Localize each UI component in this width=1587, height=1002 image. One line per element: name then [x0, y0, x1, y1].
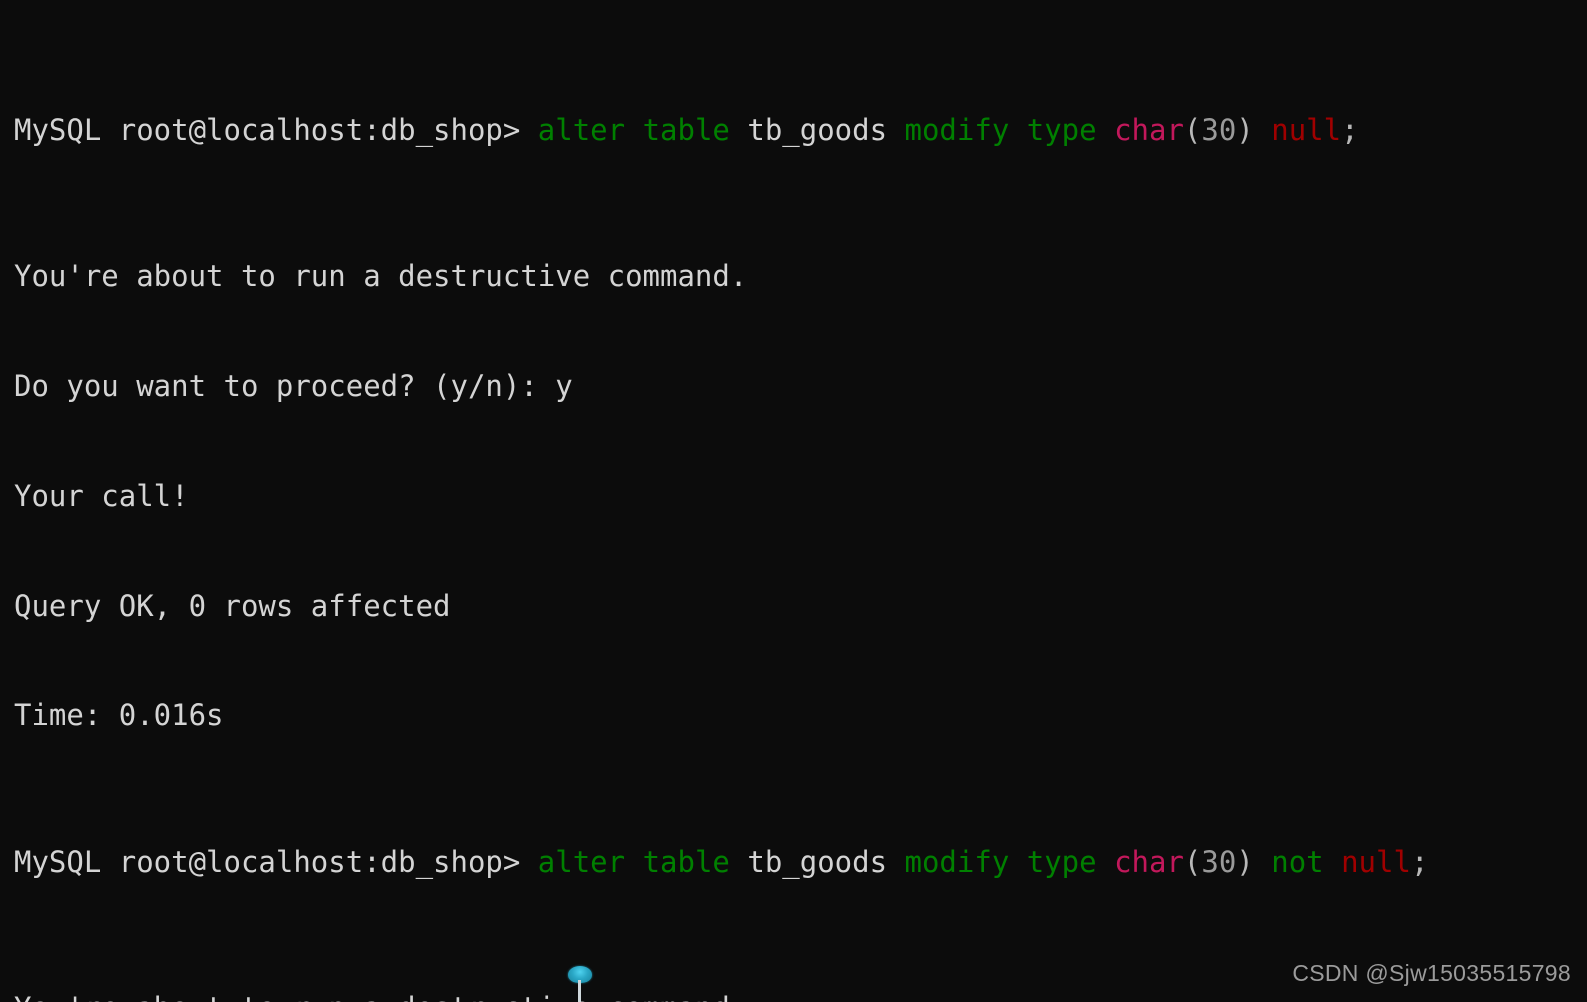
cursor-indicator-tail-icon: [578, 980, 581, 1002]
destructive-warning-1: You're about to run a destructive comman…: [14, 259, 748, 294]
open-paren: (: [1183, 112, 1202, 147]
destructive-warning-2: You're about to run a destructive comman…: [14, 990, 1428, 1002]
terminal-output: MySQL root@localhost:db_shop> alter tabl…: [14, 2, 1428, 1002]
semicolon: ;: [1410, 844, 1429, 879]
command-line-2: MySQL root@localhost:db_shop> alter tabl…: [14, 844, 1428, 881]
open-paren: (: [1183, 844, 1202, 879]
sql-keyword-table: table: [642, 844, 730, 879]
close-paren: ): [1236, 844, 1254, 879]
terminal-screen[interactable]: MySQL root@localhost:db_shop> alter tabl…: [0, 0, 1587, 1002]
sql-null-keyword: null: [1271, 112, 1342, 147]
command-line-1: MySQL root@localhost:db_shop> alter tabl…: [14, 112, 1428, 149]
proceed-prompt-1: Do you want to proceed? (y/n): y: [14, 368, 573, 403]
sql-keyword-table: table: [642, 112, 730, 147]
query-ok-1: Query OK, 0 rows affected: [14, 588, 451, 623]
watermark: CSDN @Sjw15035515798: [1292, 960, 1571, 987]
shell-prompt: MySQL root@localhost:db_shop>: [14, 112, 538, 147]
sql-table-name: tb_goods: [747, 112, 888, 147]
time-1: Time: 0.016s: [14, 698, 224, 733]
sql-keyword-modify: modify: [904, 844, 1010, 879]
sql-type-size: 30: [1201, 112, 1237, 147]
semicolon: ;: [1341, 112, 1359, 147]
sql-column-name: type: [1026, 112, 1097, 147]
sql-table-name: tb_goods: [747, 844, 888, 879]
sql-keyword-not: not: [1271, 844, 1324, 879]
sql-keyword-alter: alter: [537, 112, 626, 147]
sql-type-char: char: [1114, 112, 1184, 147]
shell-prompt: MySQL root@localhost:db_shop>: [14, 844, 538, 879]
your-call-1: Your call!: [14, 478, 189, 513]
sql-type-size: 30: [1201, 844, 1237, 879]
sql-null-keyword: null: [1341, 844, 1411, 879]
close-paren: ): [1236, 112, 1254, 147]
sql-keyword-alter: alter: [537, 844, 626, 879]
sql-keyword-modify: modify: [904, 112, 1010, 147]
sql-column-name: type: [1026, 844, 1097, 879]
sql-type-char: char: [1114, 844, 1184, 879]
